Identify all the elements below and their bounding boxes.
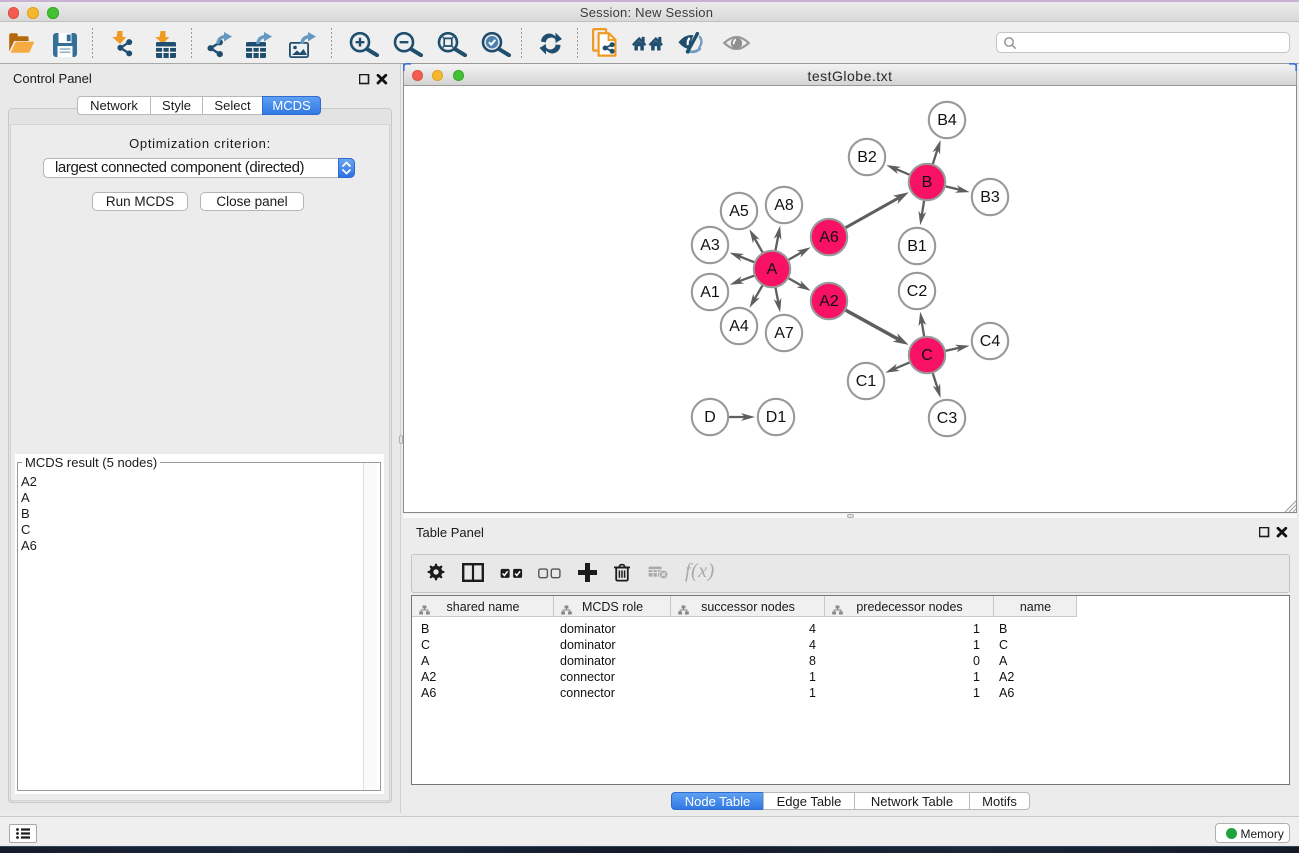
svg-text:A1: A1 bbox=[700, 284, 720, 301]
svg-text:C4: C4 bbox=[980, 333, 1001, 350]
svg-text:A2: A2 bbox=[819, 293, 839, 310]
svg-text:A4: A4 bbox=[729, 318, 749, 335]
svg-text:A: A bbox=[767, 261, 778, 278]
svg-text:B3: B3 bbox=[980, 189, 1000, 206]
svg-text:C: C bbox=[921, 347, 933, 364]
svg-text:A8: A8 bbox=[774, 197, 794, 214]
svg-text:B: B bbox=[922, 174, 933, 191]
svg-text:A3: A3 bbox=[700, 237, 720, 254]
svg-text:B4: B4 bbox=[937, 112, 957, 129]
svg-text:C1: C1 bbox=[856, 373, 877, 390]
svg-text:A7: A7 bbox=[774, 325, 794, 342]
svg-text:B2: B2 bbox=[857, 149, 877, 166]
svg-text:C2: C2 bbox=[907, 283, 928, 300]
svg-text:D: D bbox=[704, 409, 716, 426]
svg-text:B1: B1 bbox=[907, 238, 927, 255]
svg-text:A6: A6 bbox=[819, 229, 839, 246]
svg-text:C3: C3 bbox=[937, 410, 958, 427]
svg-text:D1: D1 bbox=[766, 409, 787, 426]
svg-text:A5: A5 bbox=[729, 203, 749, 220]
